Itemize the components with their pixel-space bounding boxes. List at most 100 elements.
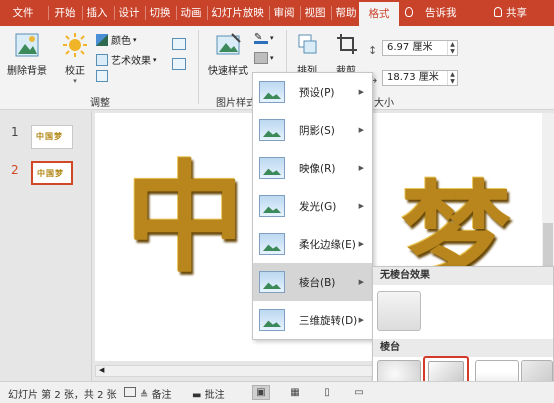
tab-transitions[interactable]: 切换 [147, 0, 173, 26]
slide-char-zhong[interactable]: 中 [125, 149, 245, 289]
slide-number: 1 [11, 125, 19, 139]
tab-slideshow[interactable]: 幻灯片放映 [209, 0, 266, 26]
normal-view-button[interactable]: ▣ [252, 385, 270, 400]
chevron-right-icon: ▶ [358, 126, 364, 134]
slide-thumbnail[interactable]: 中国梦 [31, 125, 73, 149]
quick-styles-button[interactable]: 快速样式 [206, 32, 250, 77]
compress-pictures-button[interactable] [172, 38, 186, 70]
chevron-right-icon: ▶ [358, 278, 364, 286]
scroll-left-icon[interactable]: ◀ [99, 366, 104, 374]
comments-button[interactable]: ▬ 批注 [192, 386, 225, 401]
picture-effects-button[interactable]: ▾ [254, 52, 274, 64]
reflection-icon [259, 157, 285, 179]
menu-item-label: 预设(P) [299, 86, 335, 99]
menu-item-label: 柔化边缘(E) [299, 238, 356, 251]
tab-help[interactable]: 帮助 [333, 0, 359, 26]
language-icon[interactable] [124, 387, 136, 397]
status-bar: 幻灯片 第 2 张，共 2 张 ≜ 备注 ▬ 批注 ▣ ▦ ▯ ▭ [0, 381, 554, 403]
reading-view-button[interactable]: ▯ [318, 385, 336, 400]
tab-design[interactable]: 设计 [116, 0, 142, 26]
share-label: 共享 [506, 7, 527, 19]
corrections-button[interactable]: 校正 ▾ [60, 32, 90, 85]
chevron-right-icon: ▶ [358, 240, 364, 248]
slide-thumbnails-pane: 1 中国梦 2 中国梦 [0, 111, 92, 381]
picture-effects-icon [254, 52, 268, 64]
adjust-group-label: 调整 [90, 98, 110, 109]
tab-separator [331, 6, 332, 20]
3d-rotation-icon [259, 309, 285, 331]
tab-view[interactable]: 视图 [302, 0, 328, 26]
width-value: 18.73 厘米 [387, 72, 439, 83]
group-separator [198, 30, 199, 104]
notes-label: 备注 [151, 390, 172, 401]
tell-me-label: 告诉我 [425, 7, 457, 19]
chevron-down-icon: ▾ [270, 54, 274, 62]
comment-icon: ▬ [192, 390, 205, 401]
artistic-effects-icon [96, 53, 108, 66]
no-bevel-header: 无棱台效果 [373, 267, 553, 285]
menu-item-label: 棱台(B) [299, 276, 336, 289]
menu-item-shadow[interactable]: 阴影(S) ▶ [253, 111, 372, 149]
arrange-button[interactable]: 排列 [290, 32, 324, 77]
notes-button[interactable]: ≜ 备注 [140, 386, 172, 401]
chevron-down-icon: ▾ [270, 34, 274, 42]
compress-icon [172, 38, 186, 50]
tab-review[interactable]: 审阅 [271, 0, 297, 26]
tab-separator [82, 6, 83, 20]
remove-background-button[interactable]: 删除背景 [4, 32, 50, 77]
slide-count-text: 幻灯片 第 2 张，共 2 张 [8, 390, 117, 401]
menu-item-3d-rotation[interactable]: 三维旋转(D) ▶ [253, 301, 372, 339]
tab-separator [114, 6, 115, 20]
menu-item-soft-edges[interactable]: 柔化边缘(E) ▶ [253, 225, 372, 263]
person-icon [494, 7, 502, 17]
tab-file[interactable]: 文件 [6, 0, 40, 26]
menu-item-bevel[interactable]: 棱台(B) ▶ [253, 263, 372, 301]
sun-icon [63, 33, 87, 57]
picture-border-button[interactable]: ✎ ▾ [254, 32, 274, 44]
soft-edges-icon [259, 233, 285, 255]
tab-home[interactable]: 开始 [52, 0, 78, 26]
chevron-right-icon: ▶ [358, 164, 364, 172]
tab-format[interactable]: 格式 [359, 2, 399, 26]
height-spinner[interactable]: ▲ ▼ [447, 41, 457, 55]
tab-insert[interactable]: 插入 [84, 0, 110, 26]
quick-styles-label: 快速样式 [208, 66, 248, 77]
menu-item-glow[interactable]: 发光(G) ▶ [253, 187, 372, 225]
slide-sorter-button[interactable]: ▦ [286, 385, 304, 400]
change-picture-icon [96, 70, 108, 82]
change-picture-button[interactable] [96, 70, 108, 82]
chevron-down-icon: ▾ [153, 55, 157, 64]
menu-item-label: 映像(R) [299, 162, 336, 175]
tab-animations[interactable]: 动画 [178, 0, 204, 26]
glow-icon [259, 195, 285, 217]
tab-separator [145, 6, 146, 20]
tell-me-button[interactable]: 告诉我 [405, 0, 469, 26]
menu-item-reflection[interactable]: 映像(R) ▶ [253, 149, 372, 187]
share-button[interactable]: 共享 [494, 0, 550, 26]
color-button[interactable]: 颜色 ▾ [96, 32, 137, 47]
ribbon-tab-bar: 文件 开始 插入 设计 切换 动画 幻灯片放映 审阅 视图 帮助 格式 告诉我 … [0, 0, 554, 26]
tab-separator [48, 6, 49, 20]
artistic-effects-button[interactable]: 艺术效果 ▾ [96, 52, 157, 67]
color-icon [96, 33, 108, 46]
normal-view-icon: ▣ [256, 387, 266, 398]
preset-icon [259, 81, 285, 103]
width-field[interactable]: 18.73 厘米 ▲ ▼ [382, 70, 458, 86]
crop-button[interactable]: 裁剪 [330, 32, 362, 77]
tab-separator [176, 6, 177, 20]
bevel-icon [259, 271, 285, 293]
thumb-text: 中国梦 [37, 169, 64, 178]
tab-separator [269, 6, 270, 20]
slideshow-view-button[interactable]: ▭ [350, 385, 368, 400]
height-field[interactable]: 6.97 厘米 ▲ ▼ [382, 40, 458, 56]
reset-icon [172, 58, 186, 70]
slide-thumbnail-selected[interactable]: 中国梦 [31, 161, 73, 185]
corrections-label: 校正 [65, 66, 85, 77]
color-label: 颜色 [111, 36, 131, 47]
width-spinner[interactable]: ▲ ▼ [447, 71, 457, 85]
chevron-right-icon: ▶ [358, 202, 364, 210]
bevel-option-none[interactable] [377, 291, 421, 331]
chevron-down-icon: ▾ [133, 35, 137, 44]
remove-background-label: 删除背景 [7, 66, 47, 77]
menu-item-preset[interactable]: 预设(P) ▶ [253, 73, 372, 111]
